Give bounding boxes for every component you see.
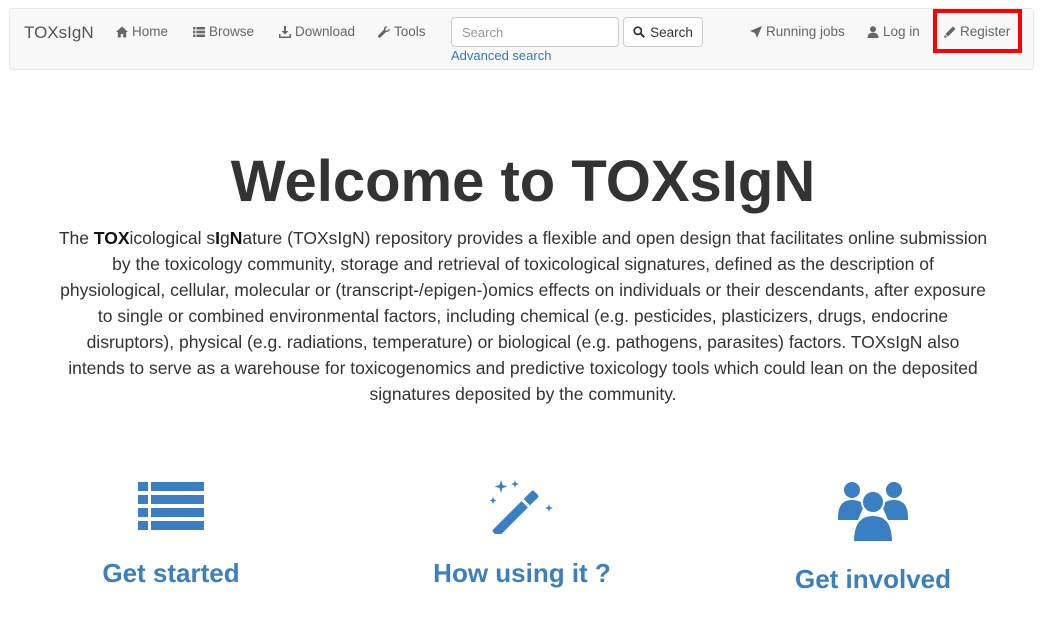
search-button-label: Search [650, 24, 693, 40]
search-input[interactable] [451, 17, 619, 47]
feature-label-get-started[interactable]: Get started [21, 558, 321, 589]
nav-browse-label: Browse [209, 24, 255, 39]
user-icon [867, 25, 879, 38]
list-icon [193, 26, 205, 37]
nav-running-jobs[interactable]: Running jobs [750, 24, 845, 39]
intro-paragraph: The TOXicological sIgNature (TOXsIgN) re… [58, 225, 988, 407]
page-title: Welcome to TOXsIgN [230, 149, 816, 214]
nav-tools-label: Tools [394, 24, 426, 39]
list-icon [138, 482, 204, 530]
intro-the: The [58, 228, 94, 248]
search-icon [633, 26, 646, 38]
wrench-icon [378, 25, 390, 38]
download-icon [279, 25, 291, 38]
nav-running-jobs-label: Running jobs [766, 24, 845, 39]
intro-rest: ature (TOXsIgN) repository provides a fl… [60, 228, 988, 404]
nav-browse[interactable]: Browse [193, 24, 254, 39]
nav-login-label: Log in [883, 24, 920, 39]
nav-home[interactable]: Home [116, 24, 168, 39]
nav-login[interactable]: Log in [867, 24, 920, 39]
search-button[interactable]: Search [623, 17, 703, 47]
advanced-search-link[interactable]: Advanced search [451, 48, 551, 63]
nav-register-label: Register [960, 24, 1011, 39]
feature-get-started[interactable]: Get started [21, 480, 321, 589]
users-icon [838, 482, 908, 543]
intro-g: g [220, 228, 230, 248]
feature-get-involved[interactable]: Get involved [723, 480, 1023, 595]
magic-wand-icon [489, 480, 553, 534]
feature-label-get-involved[interactable]: Get involved [723, 564, 1023, 595]
navbar: TOXsIgN Home Browse Download Tools Searc… [9, 8, 1034, 70]
intro-n: N [229, 228, 243, 248]
nav-register[interactable]: Register [944, 24, 1010, 39]
rocket-icon [750, 25, 762, 38]
pencil-icon [944, 26, 956, 38]
feature-label-how-using[interactable]: How using it ? [372, 558, 672, 589]
intro-icological: icological s [129, 228, 216, 248]
nav-download-label: Download [295, 24, 356, 39]
home-icon [116, 26, 128, 37]
nav-home-label: Home [132, 24, 169, 39]
brand-link[interactable]: TOXsIgN [24, 23, 94, 43]
intro-tox: TOX [93, 228, 130, 248]
nav-download[interactable]: Download [279, 24, 355, 39]
feature-how-using[interactable]: How using it ? [372, 480, 672, 589]
nav-tools[interactable]: Tools [378, 24, 426, 39]
